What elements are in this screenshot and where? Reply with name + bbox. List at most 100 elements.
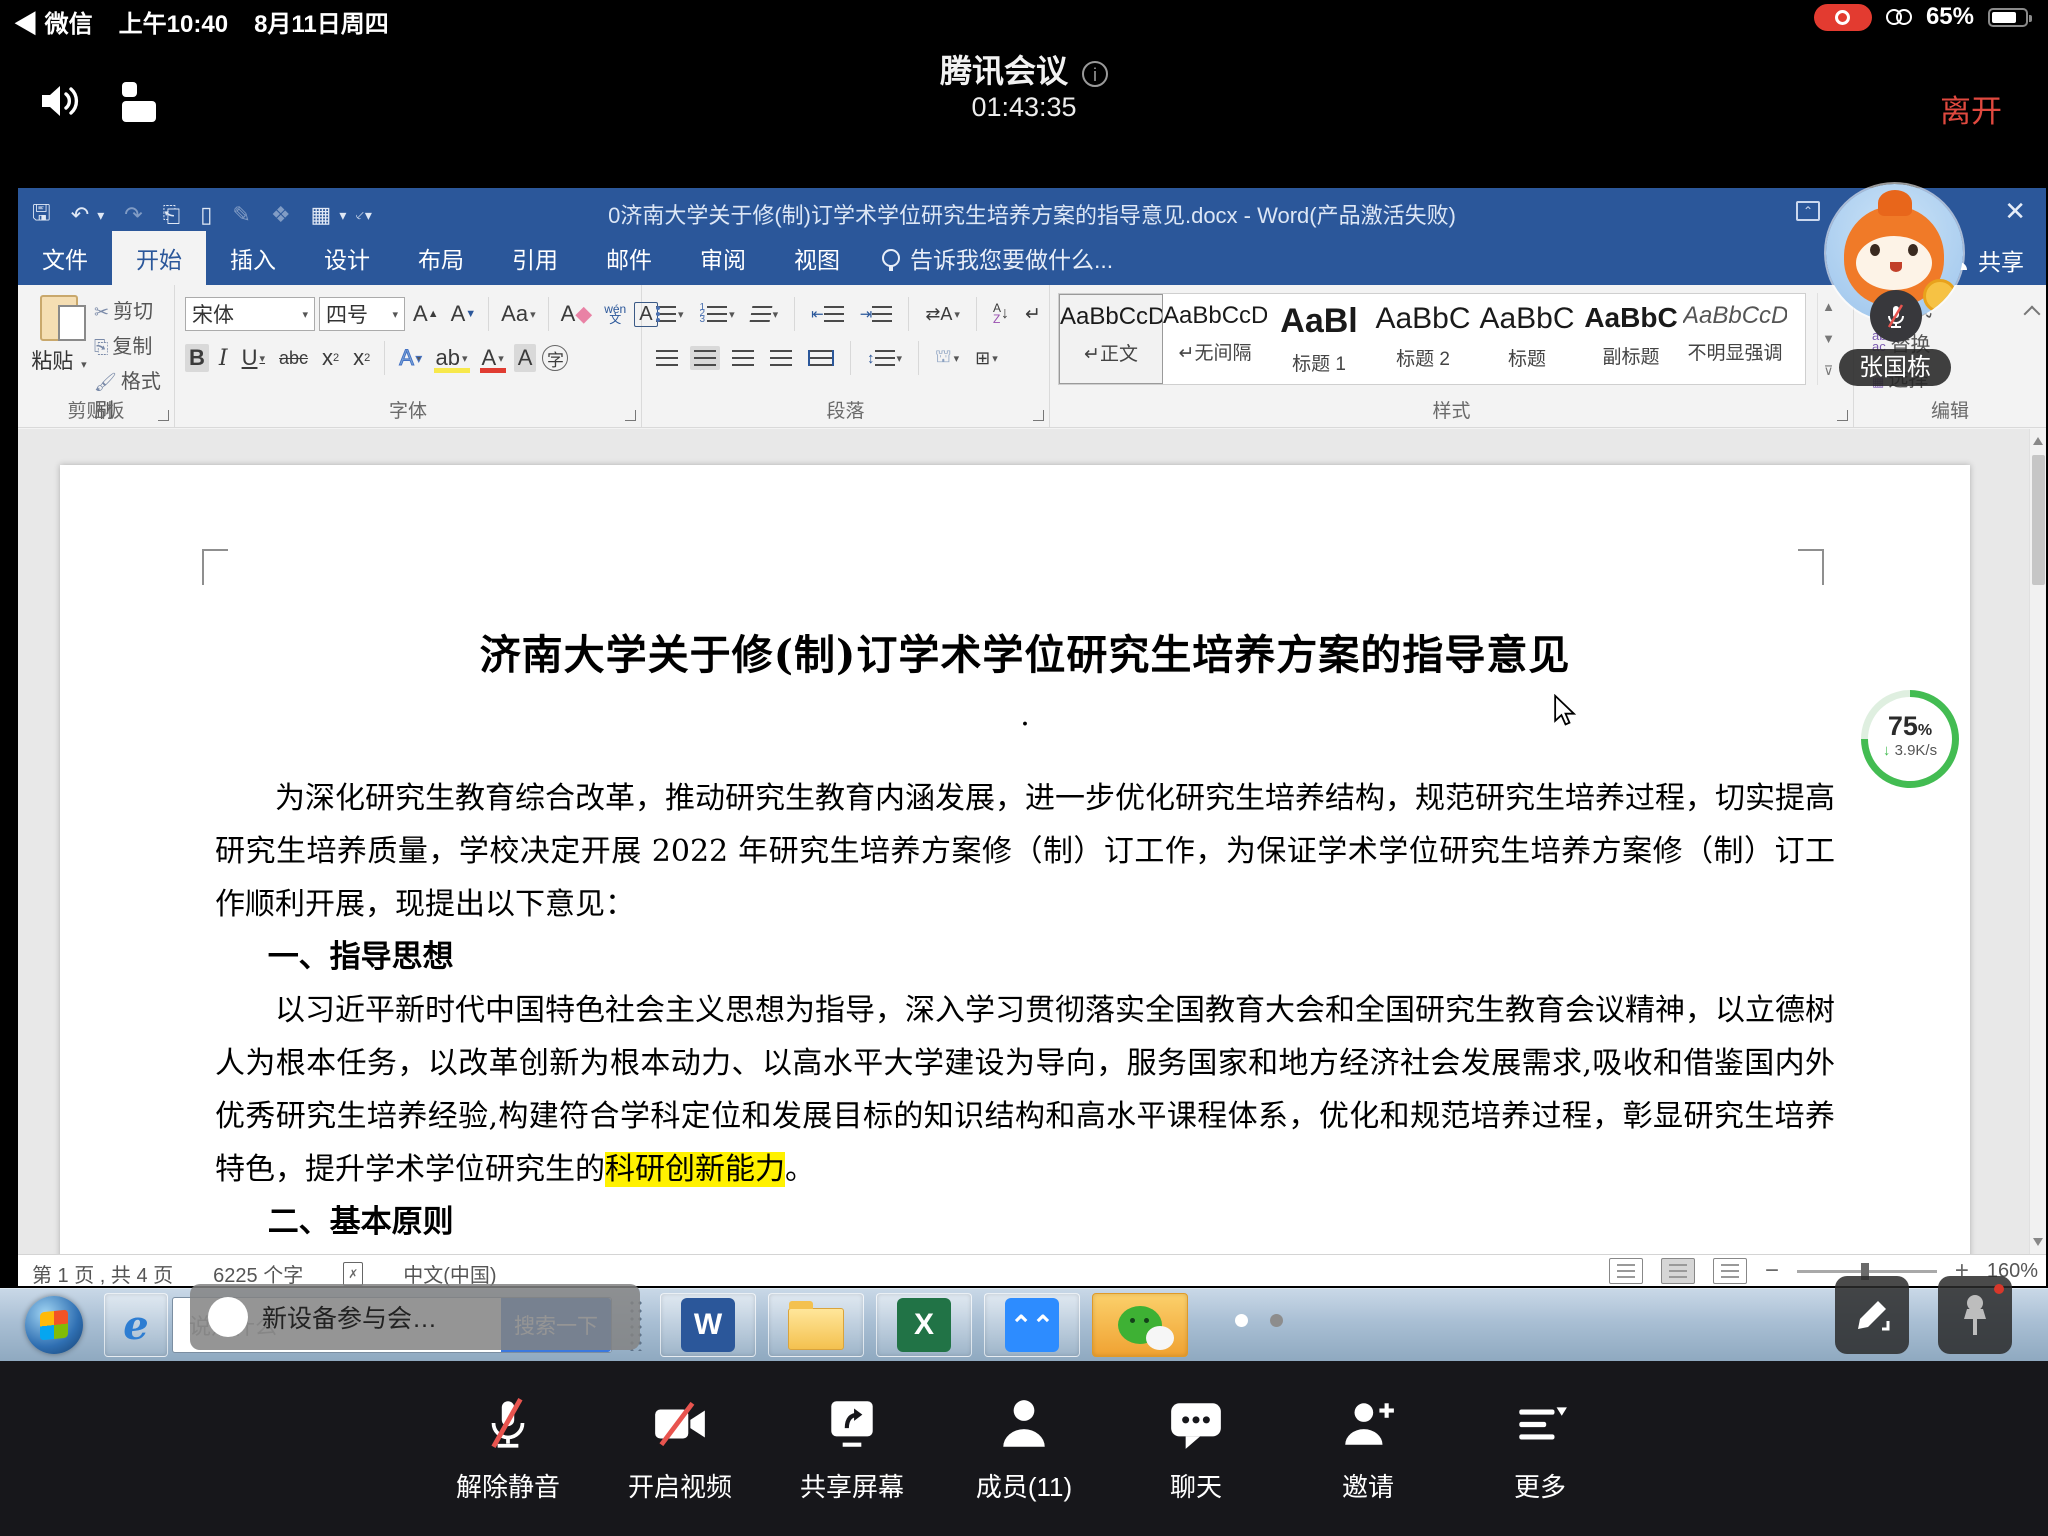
font-size-combobox[interactable]: 四号▾ (319, 297, 405, 331)
window-close-icon[interactable]: ✕ (2004, 196, 2026, 227)
document-area[interactable]: 济南大学关于修(制)订学术学位研究生培养方案的指导意见 · 为深化研究生教育综合… (18, 429, 2046, 1254)
shrink-font-button[interactable]: A▼ (447, 300, 481, 328)
bold-button[interactable]: B (185, 344, 209, 372)
scrollbar-thumb[interactable] (2032, 455, 2045, 585)
annotation-pin-button[interactable] (1938, 1276, 2012, 1354)
share-screen-button[interactable]: 共享屏幕 (796, 1395, 908, 1536)
meeting-info-icon[interactable]: i (1082, 61, 1108, 87)
network-progress-badge[interactable]: 75% ↓ 3.9K/s (1861, 690, 1959, 788)
phonetic-guide-button[interactable]: wén文 (600, 303, 630, 325)
scroll-down-icon[interactable] (2033, 1238, 2043, 1246)
web-layout-icon[interactable] (1713, 1258, 1747, 1284)
styles-more-icon[interactable]: ⊽ (1824, 363, 1834, 379)
more-button[interactable]: 更多 (1484, 1395, 1596, 1536)
align-right-button[interactable] (728, 346, 758, 370)
style-no-spacing[interactable]: AaBbCcD↵无间隔 (1163, 294, 1267, 384)
font-color-button[interactable]: A▾ (478, 344, 508, 372)
scroll-up-icon[interactable] (2033, 437, 2043, 445)
start-button[interactable] (14, 1293, 94, 1357)
members-button[interactable]: 成员(11) (968, 1395, 1080, 1536)
underline-button[interactable]: U▾ (238, 344, 269, 372)
tab-layout[interactable]: 布局 (394, 231, 488, 285)
proofing-icon[interactable]: ✗ (343, 1262, 363, 1286)
paragraph-dialog-launcher-icon[interactable] (1033, 410, 1044, 421)
show-marks-button[interactable]: ↵ (1021, 299, 1045, 330)
undo-icon[interactable]: ↶ (71, 202, 89, 228)
font-name-combobox[interactable]: 宋体▾ (185, 297, 315, 331)
style-subtle-emphasis[interactable]: AaBbCcD不明显强调 (1683, 294, 1787, 384)
tab-mailings[interactable]: 邮件 (582, 231, 676, 285)
zoom-slider[interactable] (1797, 1270, 1937, 1273)
strikethrough-button[interactable]: abc (275, 347, 312, 370)
vertical-scrollbar[interactable] (2029, 429, 2046, 1254)
paste-button[interactable]: 粘贴 ▾ (30, 295, 88, 375)
character-shading-button[interactable]: A (514, 344, 537, 372)
styles-scroll-down-icon[interactable]: ▼ (1822, 331, 1835, 346)
redo-icon[interactable]: ↷ (124, 202, 142, 228)
screen-record-indicator[interactable] (1814, 4, 1872, 31)
unmute-button[interactable]: 解除静音 (452, 1395, 564, 1536)
align-left-button[interactable] (652, 346, 682, 370)
tab-home[interactable]: 开始 (112, 231, 206, 285)
save-icon[interactable]: 🖫 (32, 196, 51, 234)
tab-review[interactable]: 审阅 (676, 231, 770, 285)
tab-view[interactable]: 视图 (770, 231, 864, 285)
undo-dropdown-icon[interactable]: ▾ (97, 207, 104, 224)
tab-insert[interactable]: 插入 (206, 231, 300, 285)
multilevel-list-button[interactable]: ▾ (747, 302, 783, 326)
styles-dialog-launcher-icon[interactable] (1837, 410, 1848, 421)
increase-indent-button[interactable]: ⇥ (856, 301, 897, 327)
start-video-button[interactable]: 开启视频 (624, 1395, 736, 1536)
cut-button[interactable]: ✂剪切 (94, 295, 174, 324)
tab-file[interactable]: 文件 (18, 231, 112, 285)
taskbar-ie-icon[interactable]: e (104, 1293, 168, 1357)
copy-button[interactable]: ⎘复制 (94, 330, 174, 359)
taskbar-wechat-icon[interactable] (1092, 1293, 1188, 1357)
bullet-list-button[interactable]: ▾ (652, 302, 688, 326)
pen-icon[interactable]: ✎ (232, 202, 250, 228)
borders-button[interactable]: ⊞▾ (971, 344, 1002, 373)
line-spacing-button[interactable]: ↕▾ (863, 346, 906, 371)
clear-formatting-button[interactable]: A◆ (557, 300, 597, 328)
distribute-button[interactable] (804, 346, 838, 370)
italic-button[interactable]: I (215, 345, 232, 372)
chat-button[interactable]: 聊天 (1140, 1395, 1252, 1536)
page-indicator[interactable]: 第 1 页 , 共 4 页 (32, 1259, 173, 1288)
enclose-characters-button[interactable]: 字 (542, 345, 568, 371)
style-heading1[interactable]: AaBl标题 1 (1267, 294, 1371, 384)
style-heading2[interactable]: AaBbC标题 2 (1371, 294, 1475, 384)
style-normal[interactable]: AaBbCcD↵正文 (1059, 294, 1163, 384)
new-document-icon[interactable]: ▯ (200, 202, 212, 228)
clipboard-dialog-launcher-icon[interactable] (158, 410, 169, 421)
ribbon-display-options-icon[interactable]: ⌃ (1796, 201, 1820, 221)
tab-references[interactable]: 引用 (488, 231, 582, 285)
shading-button[interactable]: ⛫▾ (931, 342, 963, 374)
invite-button[interactable]: 邀请 (1312, 1395, 1424, 1536)
zoom-out-icon[interactable]: − (1765, 1257, 1779, 1285)
asian-layout-button[interactable]: ⇄A▾ (921, 300, 964, 329)
tell-me-box[interactable]: 告诉我您要做什么... (864, 231, 1131, 285)
numbered-list-button[interactable]: 123▾ (696, 301, 739, 327)
change-case-button[interactable]: Aa▾ (497, 300, 539, 328)
subscript-button[interactable]: x2 (318, 344, 343, 372)
tab-design[interactable]: 设计 (300, 231, 394, 285)
grow-font-button[interactable]: A▲ (409, 300, 443, 328)
taskbar-meeting-icon[interactable]: ⌃⌃ (984, 1293, 1080, 1357)
style-title[interactable]: AaBbC标题 (1475, 294, 1579, 384)
justify-button[interactable] (766, 346, 796, 370)
print-layout-icon[interactable] (1661, 1258, 1695, 1284)
taskbar-word-icon[interactable]: W (660, 1293, 756, 1357)
leave-meeting-button[interactable]: 离开 (1940, 86, 2002, 131)
annotation-pencil-button[interactable] (1835, 1276, 1909, 1354)
clipboard-icon[interactable]: ⎗ (163, 202, 181, 228)
document-page[interactable]: 济南大学关于修(制)订学术学位研究生培养方案的指导意见 · 为深化研究生教育综合… (60, 465, 1970, 1254)
highlighter-icon[interactable]: ❖ (271, 202, 291, 228)
style-subtitle[interactable]: AaBbC副标题 (1579, 294, 1683, 384)
taskbar-explorer-icon[interactable] (768, 1293, 864, 1357)
align-center-button[interactable] (690, 346, 720, 370)
read-mode-icon[interactable] (1609, 1258, 1643, 1284)
text-highlight-button[interactable]: ab▾ (432, 344, 472, 372)
decrease-indent-button[interactable]: ⇤ (807, 301, 848, 327)
taskbar-excel-icon[interactable]: X (876, 1293, 972, 1357)
sort-button[interactable]: AZ↓ (989, 299, 1013, 329)
